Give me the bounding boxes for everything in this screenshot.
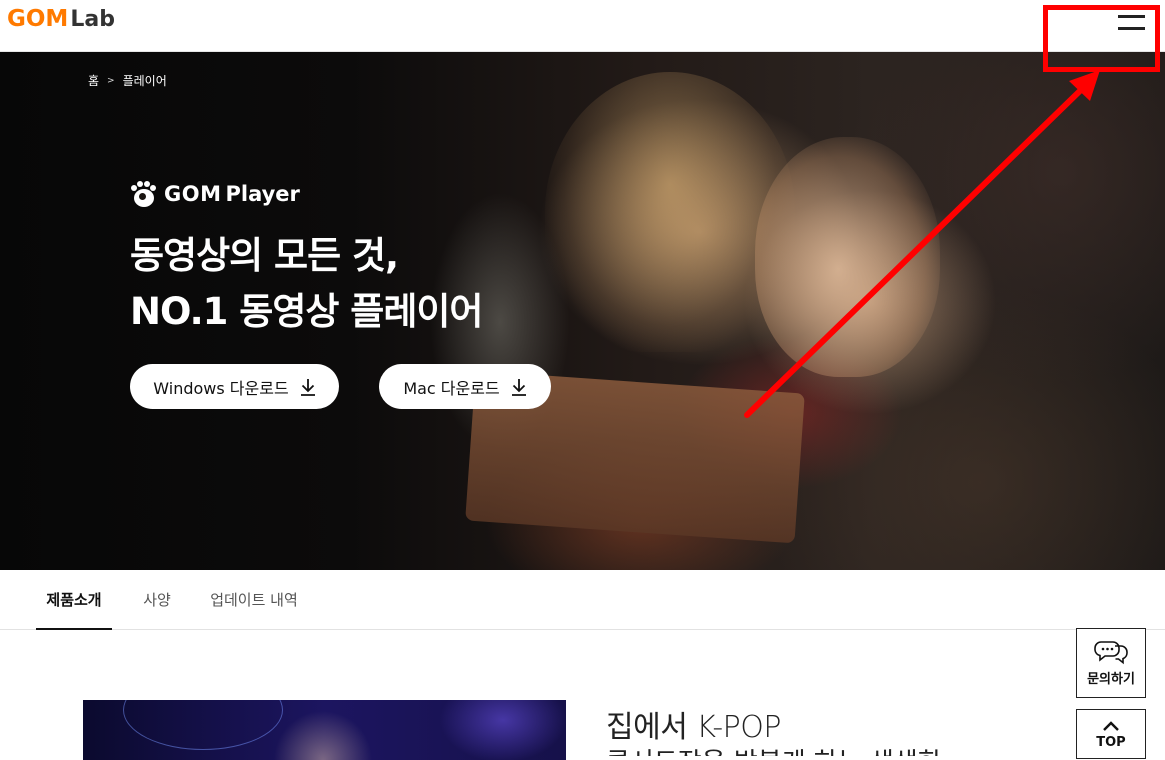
logo-gom-text: GOM bbox=[7, 6, 69, 32]
mac-download-label: Mac 다운로드 bbox=[403, 378, 500, 398]
hero-photo-mother bbox=[545, 72, 795, 352]
paw-icon bbox=[130, 180, 156, 208]
hamburger-line bbox=[1118, 27, 1145, 30]
breadcrumb: 홈 > 플레이어 bbox=[88, 72, 167, 89]
breadcrumb-home[interactable]: 홈 bbox=[88, 72, 99, 89]
breadcrumb-separator: > bbox=[107, 75, 115, 86]
hamburger-line bbox=[1118, 15, 1145, 18]
scroll-top-button[interactable]: TOP bbox=[1076, 709, 1146, 759]
download-arrow-icon bbox=[511, 378, 526, 396]
kpop-feature-image bbox=[83, 700, 566, 760]
product-name-player: Player bbox=[225, 182, 300, 206]
chevron-up-icon bbox=[1103, 721, 1119, 731]
top-label: TOP bbox=[1096, 735, 1126, 750]
section-title: 집에서 K-POP bbox=[606, 710, 781, 745]
tab-update-history[interactable]: 업데이트 내역 bbox=[206, 570, 302, 630]
inquiry-label: 문의하기 bbox=[1087, 672, 1135, 687]
gomlab-logo[interactable]: GOM Lab bbox=[7, 6, 115, 36]
mac-download-button[interactable]: Mac 다운로드 bbox=[379, 364, 551, 409]
product-name: GOM Player bbox=[164, 182, 300, 206]
headline-line-2: NO.1 동영상 플레이어 bbox=[130, 290, 483, 333]
hamburger-menu-icon[interactable] bbox=[1118, 12, 1146, 34]
hero-banner: 홈 > 플레이어 GOM Player 동영상의 모든 것, NO.1 동영상 플… bbox=[0, 52, 1165, 570]
tab-product-intro[interactable]: 제품소개 bbox=[36, 570, 112, 630]
product-tabs: 제품소개 사양 업데이트 내역 bbox=[0, 570, 1165, 630]
inquiry-button[interactable]: 문의하기 bbox=[1076, 628, 1146, 698]
product-name-gom: GOM bbox=[164, 182, 222, 206]
windows-download-button[interactable]: Windows 다운로드 bbox=[130, 364, 339, 409]
logo-lab-text: Lab bbox=[70, 7, 115, 32]
breadcrumb-current[interactable]: 플레이어 bbox=[123, 72, 167, 89]
download-arrow-icon bbox=[300, 378, 315, 396]
decorative-ring bbox=[123, 700, 283, 750]
chat-bubbles-icon bbox=[1094, 641, 1128, 665]
tab-specs[interactable]: 사양 bbox=[138, 570, 176, 630]
site-header: GOM Lab bbox=[0, 0, 1165, 52]
windows-download-label: Windows 다운로드 bbox=[153, 378, 289, 398]
section-subtitle: 콘서트장을 방불케 하는 생생한 bbox=[606, 742, 942, 756]
hero-headline: 동영상의 모든 것, NO.1 동영상 플레이어 bbox=[130, 228, 483, 340]
headline-line-1: 동영상의 모든 것, bbox=[130, 234, 399, 277]
gom-player-logo: GOM Player bbox=[130, 180, 300, 208]
hero-photo-girl bbox=[755, 137, 940, 377]
